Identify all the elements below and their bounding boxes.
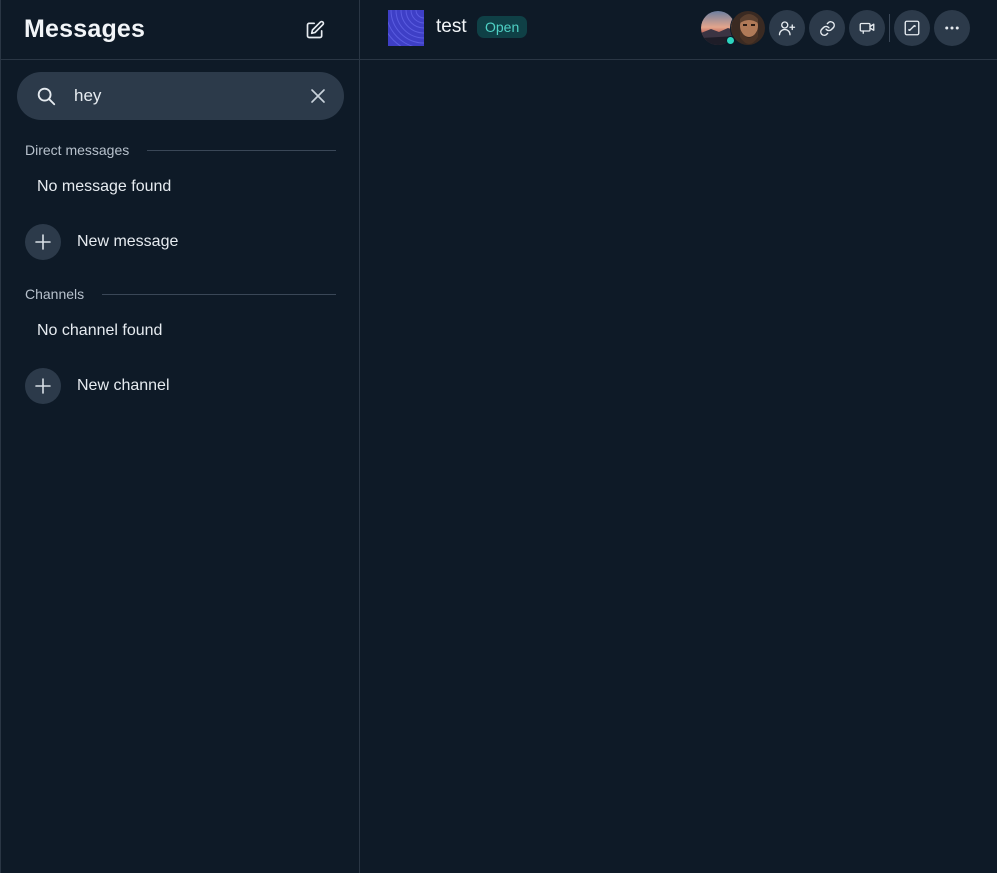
search-icon bbox=[35, 85, 57, 107]
conversation-header: test Open bbox=[360, 0, 997, 60]
messages-sidebar: Messages Direct messages No message foun… bbox=[0, 0, 360, 873]
plus-icon bbox=[25, 224, 61, 260]
search-bar bbox=[17, 72, 344, 120]
direct-messages-label: Direct messages bbox=[25, 142, 130, 158]
channels-header: Channels bbox=[25, 286, 336, 302]
no-channel-text: No channel found bbox=[37, 322, 163, 339]
more-icon bbox=[945, 26, 959, 30]
header-divider bbox=[889, 14, 890, 42]
link-icon bbox=[819, 20, 835, 36]
compose-button[interactable] bbox=[303, 18, 327, 42]
new-channel-label: New channel bbox=[77, 377, 170, 394]
new-message-label: New message bbox=[77, 233, 179, 250]
compose-icon bbox=[306, 20, 325, 38]
more-options-button[interactable] bbox=[934, 10, 970, 46]
section-divider bbox=[102, 293, 336, 295]
add-user-icon bbox=[778, 21, 796, 36]
member-avatars[interactable] bbox=[700, 10, 766, 46]
video-call-icon bbox=[859, 22, 875, 34]
search-input[interactable] bbox=[74, 81, 306, 111]
section-divider bbox=[147, 149, 336, 151]
close-icon bbox=[311, 89, 325, 103]
new-channel-button[interactable]: New channel bbox=[25, 368, 170, 404]
channels-label: Channels bbox=[25, 286, 85, 302]
plus-icon bbox=[25, 368, 61, 404]
direct-messages-header: Direct messages bbox=[25, 142, 336, 158]
add-member-button[interactable] bbox=[769, 10, 805, 46]
channel-name[interactable]: test bbox=[436, 16, 467, 38]
sidebar-header: Messages bbox=[1, 0, 359, 60]
channel-avatar[interactable] bbox=[388, 10, 424, 46]
video-call-button[interactable] bbox=[849, 10, 885, 46]
sidebar-title: Messages bbox=[24, 15, 146, 43]
online-indicator bbox=[726, 36, 735, 45]
status-badge: Open bbox=[477, 16, 528, 38]
expand-button[interactable] bbox=[894, 10, 930, 46]
bearded-man-avatar bbox=[730, 10, 766, 46]
conversation-pane: test Open bbox=[360, 0, 997, 873]
new-message-button[interactable]: New message bbox=[25, 224, 178, 260]
no-message-text: No message found bbox=[37, 178, 172, 195]
copy-link-button[interactable] bbox=[809, 10, 845, 46]
expand-icon bbox=[904, 20, 920, 36]
clear-search-button[interactable] bbox=[306, 84, 330, 108]
